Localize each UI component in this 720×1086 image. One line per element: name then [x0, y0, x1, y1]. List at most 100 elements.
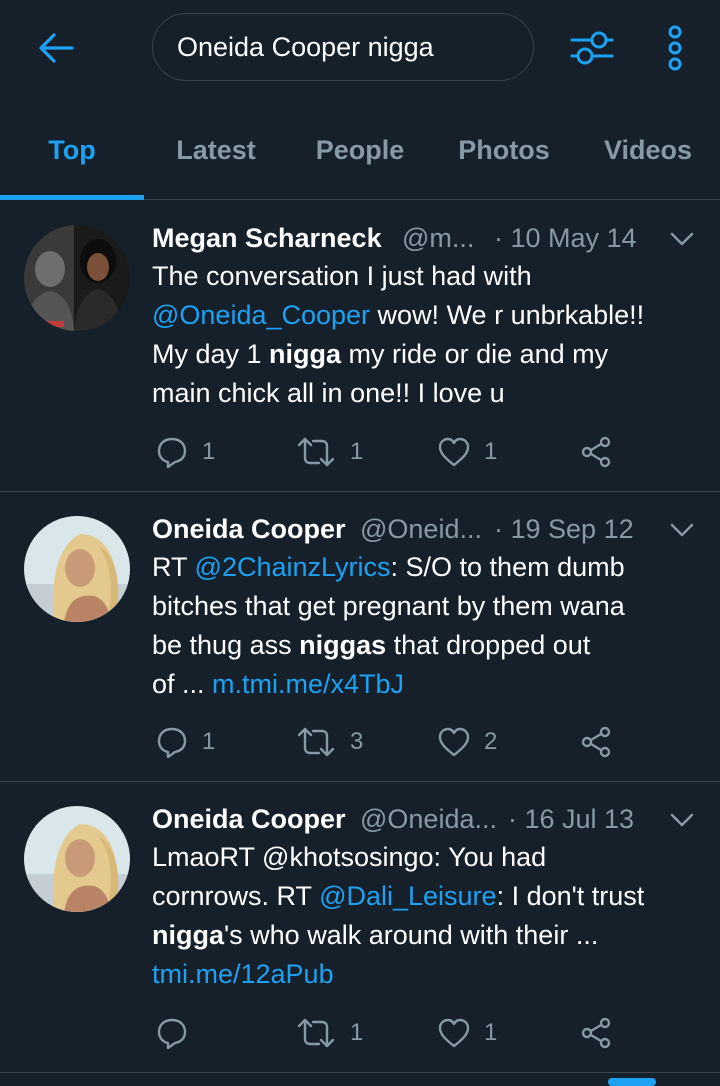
- tweet-text-segment: RT: [152, 552, 195, 582]
- reply-count: 1: [202, 728, 216, 755]
- heart-icon: [438, 727, 470, 757]
- tweet-header: Oneida Cooper @Oneida... · 16 Jul 13: [152, 800, 708, 840]
- retweet-count: 1: [350, 438, 364, 465]
- user-name[interactable]: Megan Scharneck: [152, 223, 382, 254]
- reply-button[interactable]: 1: [156, 719, 215, 765]
- tab-people[interactable]: People: [288, 100, 432, 200]
- tweet[interactable]: Megan Scharneck @m... · 10 May 14 The co…: [0, 201, 720, 492]
- tweet-text-segment: of ...: [152, 669, 213, 699]
- avatar[interactable]: [24, 516, 130, 622]
- user-handle: @Oneida...: [360, 804, 497, 834]
- tab-videos[interactable]: Videos: [576, 100, 720, 200]
- share-icon: [581, 1017, 611, 1049]
- tab-label: Photos: [458, 134, 550, 165]
- tweet-text-segment: My day 1: [152, 339, 270, 369]
- tweet-text-segment: The conversation I just had with: [152, 261, 532, 291]
- tab-label: Videos: [603, 134, 693, 165]
- like-button[interactable]: 1: [438, 429, 497, 475]
- tweet-text-line: RT @2ChainzLyrics: S/O to them dumb: [152, 548, 708, 587]
- tab-label: People: [315, 134, 405, 165]
- reply-icon: [157, 727, 187, 758]
- tweet-link[interactable]: @Dali_Leisure: [319, 881, 497, 911]
- floating-action-edge[interactable]: [608, 1078, 656, 1086]
- tweet-actions: 1 3 2: [152, 719, 708, 765]
- active-tab-indicator: [0, 195, 144, 200]
- search-field[interactable]: [152, 13, 534, 81]
- reply-icon: [157, 1018, 187, 1049]
- top-bar: [0, 0, 720, 100]
- retweet-icon: [297, 437, 335, 467]
- user-name[interactable]: Oneida Cooper: [152, 514, 346, 545]
- share-icon: [581, 726, 611, 758]
- tweet-text: The conversation I just had with @Oneida_…: [152, 257, 708, 413]
- tweet-text-line: cornrows. RT @Dali_Leisure: I don't trus…: [152, 877, 708, 916]
- tab-top[interactable]: Top: [0, 100, 144, 200]
- tweet-link[interactable]: tmi.me/12aPub: [152, 959, 334, 989]
- tweet-text: RT @2ChainzLyrics: S/O to them dumb bitch…: [152, 548, 708, 704]
- tweet-text-segment: be thug ass: [152, 630, 300, 660]
- avatar[interactable]: [24, 225, 130, 331]
- tweet-text: LmaoRT @khotsosingo: You had cornrows. RT…: [152, 838, 708, 994]
- share-button[interactable]: [580, 719, 612, 765]
- tweet[interactable]: Oneida Cooper @Oneid... · 19 Sep 12 RT @…: [0, 492, 720, 782]
- search-filter-button[interactable]: [566, 26, 618, 70]
- share-button[interactable]: [580, 1010, 612, 1056]
- like-count: 1: [484, 1019, 498, 1046]
- tweet-text-segment: 's who walk around with their ...: [224, 920, 599, 950]
- tweet-date: · 10 May 14: [494, 223, 637, 253]
- tab-label: Top: [48, 134, 96, 165]
- tweet-text-segment: my ride or die and my: [341, 339, 609, 369]
- tweet-text-line: LmaoRT @khotsosingo: You had: [152, 838, 708, 877]
- user-handle: @m...: [402, 223, 475, 253]
- tweet-header: Megan Scharneck @m... · 10 May 14: [152, 219, 708, 259]
- chevron-down-icon[interactable]: [668, 225, 696, 253]
- highlighted-term: nigga: [152, 920, 224, 950]
- like-count: 1: [484, 438, 498, 465]
- tweet-text-segment: LmaoRT @khotsosingo: You had: [152, 842, 547, 872]
- tab-latest[interactable]: Latest: [144, 100, 288, 200]
- chevron-down-icon[interactable]: [668, 806, 696, 834]
- reply-count: 1: [202, 438, 216, 465]
- heart-icon: [438, 1018, 470, 1048]
- like-button[interactable]: 1: [438, 1010, 497, 1056]
- tweet-link[interactable]: m.tmi.me/x4TbJ: [212, 669, 404, 699]
- user-name[interactable]: Oneida Cooper: [152, 804, 346, 835]
- tweet-text-segment: wow! We r unbrkable!!: [370, 300, 645, 330]
- profile-photo: [24, 225, 130, 331]
- avatar[interactable]: [24, 806, 130, 912]
- tweet-text-line: bitches that get pregnant by them wana: [152, 587, 708, 626]
- profile-photo: [24, 806, 130, 912]
- tweet-link[interactable]: @Oneida_Cooper: [152, 300, 370, 330]
- retweet-count: 1: [350, 1019, 364, 1046]
- tab-photos[interactable]: Photos: [432, 100, 576, 200]
- chevron-down-icon[interactable]: [668, 516, 696, 544]
- retweet-button[interactable]: 1: [296, 1010, 363, 1056]
- tweet[interactable]: Oneida Cooper @Oneida... · 16 Jul 13 Lma…: [0, 782, 720, 1073]
- tweet-text-segment: : I don't trust: [496, 881, 645, 911]
- reply-button[interactable]: [156, 1010, 202, 1056]
- tweet-text-line: @Oneida_Cooper wow! We r unbrkable!!: [152, 296, 708, 335]
- like-count: 2: [484, 728, 498, 755]
- retweet-button[interactable]: 1: [296, 429, 363, 475]
- share-button[interactable]: [580, 429, 612, 475]
- retweet-icon: [297, 1018, 335, 1048]
- arrow-left-icon: [39, 33, 74, 63]
- retweet-button[interactable]: 3: [296, 719, 363, 765]
- search-input[interactable]: [177, 31, 517, 63]
- search-tabs: Top Latest People Photos Videos: [0, 100, 720, 200]
- tweet-date: · 16 Jul 13: [508, 804, 635, 834]
- more-options-button[interactable]: [654, 22, 696, 74]
- back-button[interactable]: [30, 26, 82, 70]
- tweet-text-line: The conversation I just had with: [152, 257, 708, 296]
- tweet-text-segment: : S/O to them dumb: [390, 552, 625, 582]
- tweet-link[interactable]: @2ChainzLyrics: [195, 552, 391, 582]
- reply-button[interactable]: 1: [156, 429, 215, 475]
- retweet-icon: [297, 727, 335, 757]
- tweet-text-segment: bitches that get pregnant by them wana: [152, 591, 625, 621]
- highlighted-term: nigga: [269, 339, 342, 369]
- retweet-count: 3: [350, 728, 364, 755]
- like-button[interactable]: 2: [438, 719, 497, 765]
- tab-label: Latest: [176, 134, 256, 165]
- tweet-text-line: My day 1 nigga my ride or die and my: [152, 335, 708, 374]
- tweet-text-line: nigga's who walk around with their ...: [152, 916, 708, 955]
